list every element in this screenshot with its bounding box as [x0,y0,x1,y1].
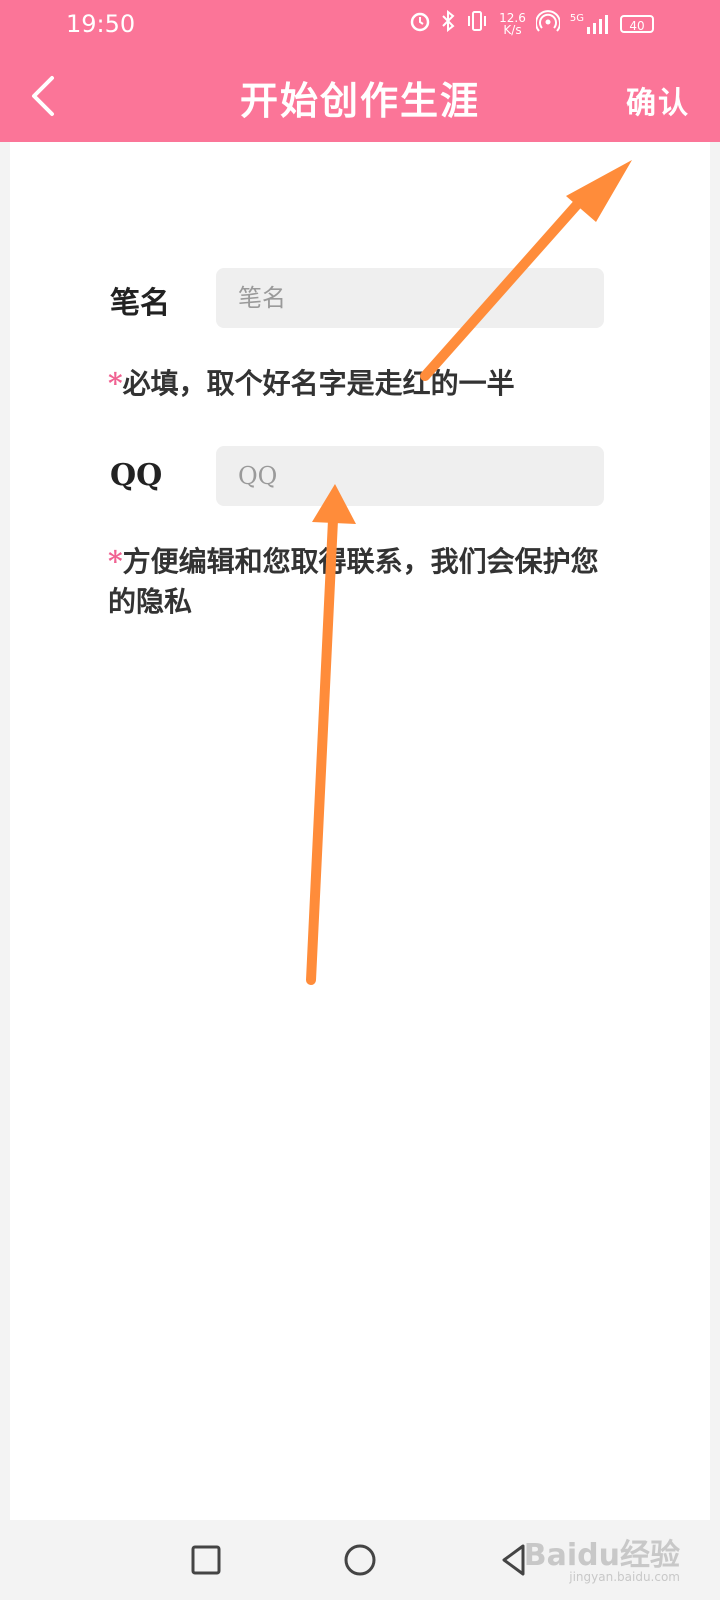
home-icon [344,1544,376,1576]
alarm-icon [409,10,431,37]
bluetooth-icon [441,9,455,37]
form-panel: 笔名 *必填，取个好名字是走红的一半 QQ *方便编辑和您取得联系，我们会保护您… [10,142,710,1520]
required-mark: * [108,545,123,578]
baidu-watermark: Baidu经验 jingyan.baidu.com [524,1530,680,1584]
signal-icon: 5G [570,13,610,35]
status-time: 19:50 [66,10,136,38]
battery-level: 40 [629,18,645,33]
vibrate-icon [465,10,489,37]
qq-input[interactable] [216,446,604,506]
screen: 19:50 12.6 K/s 5G 40 开始创作生涯 确认 笔名 笔名 *必填… [0,0,720,1600]
pen-name-label: 笔名 [110,286,170,321]
home-button[interactable] [336,1536,384,1584]
status-icons: 12.6 K/s 5G 40 [409,9,654,37]
qq-hint: *方便编辑和您取得联系，我们会保护您的隐私 [108,542,608,622]
status-bar: 19:50 12.6 K/s 5G 40 [0,0,720,50]
required-mark: * [108,367,123,400]
watermark-brand: Baidu经验 [523,1538,680,1573]
page-title: 开始创作生涯 [239,78,480,123]
pen-name-input[interactable] [216,268,604,328]
network-speed: 12.6 K/s [499,12,526,36]
pen-name-hint-text: 必填，取个好名字是走红的一半 [122,367,515,400]
signal-label: 5G [569,12,584,24]
qq-hint-text: 方便编辑和您取得联系，我们会保护您的隐私 [108,545,599,618]
network-speed-unit: K/s [503,22,522,37]
recent-apps-button[interactable] [182,1536,230,1584]
app-bar: 开始创作生涯 确认 [0,50,720,142]
hotspot-icon [534,10,561,37]
qq-label: QQ [110,458,163,493]
pen-name-hint: *必填，取个好名字是走红的一半 [108,364,608,404]
recent-apps-icon [191,1545,221,1575]
battery-icon: 40 [620,14,654,33]
confirm-button[interactable]: 确认 [626,78,690,122]
